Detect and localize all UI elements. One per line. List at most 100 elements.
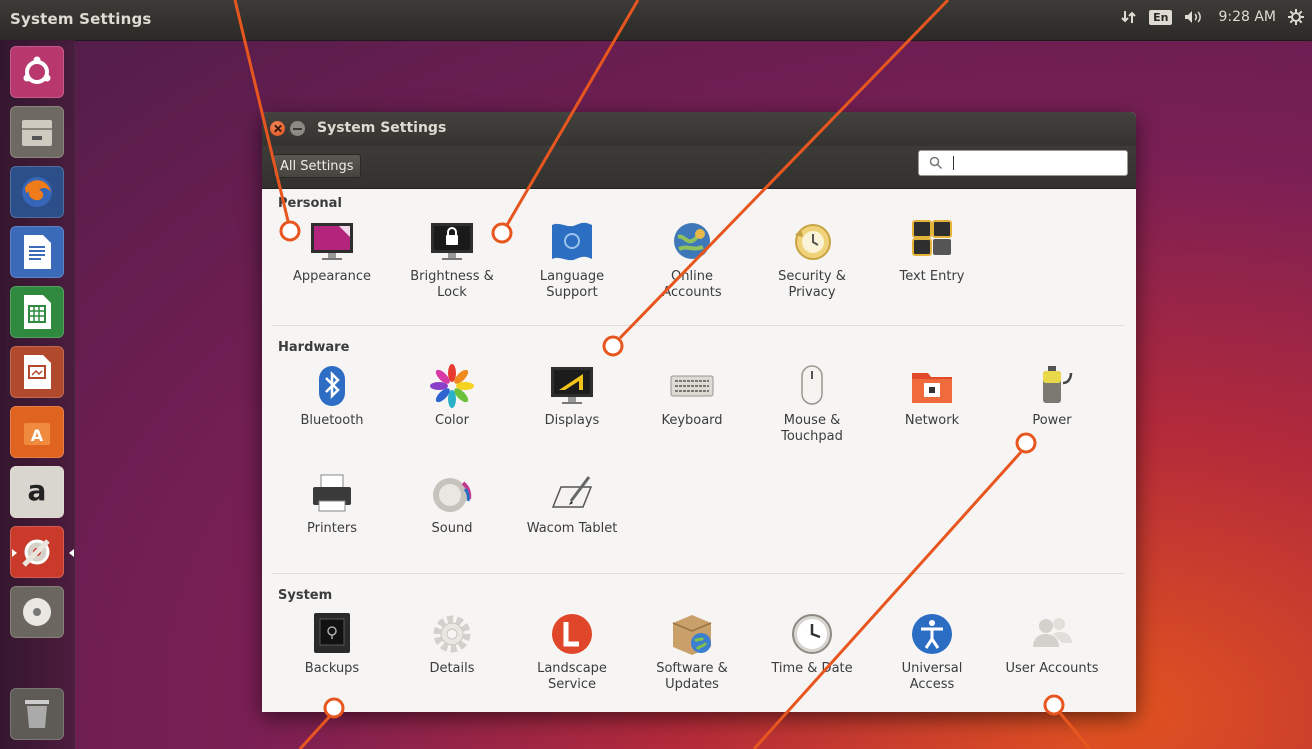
keyboard-icon xyxy=(669,363,715,409)
tile-label: Time & Date xyxy=(771,661,853,676)
appearance-icon xyxy=(309,219,355,265)
volume-icon[interactable] xyxy=(1184,9,1206,25)
security-privacy-icon xyxy=(789,219,835,265)
tile-label: Security & Privacy xyxy=(778,269,846,300)
tile-label: Text Entry xyxy=(899,269,965,284)
text-entry-icon xyxy=(909,219,955,265)
section-divider xyxy=(272,325,1124,326)
ubuntu-software-icon[interactable]: A xyxy=(10,406,64,458)
search-icon xyxy=(929,156,943,170)
tile-label: Sound xyxy=(431,521,473,536)
callout-line-user-accounts xyxy=(1058,712,1092,749)
dvd-icon[interactable] xyxy=(10,586,64,638)
window-titlebar[interactable]: System Settings xyxy=(262,112,1136,146)
tile-keyboard[interactable]: Keyboard xyxy=(632,363,752,429)
tile-time-date[interactable]: Time & Date xyxy=(752,611,872,677)
tile-brightness-lock[interactable]: Brightness & Lock xyxy=(392,219,512,301)
settings-content: Personal Appearance Brightness & Lock La… xyxy=(262,189,1136,712)
section-title-system: System xyxy=(278,588,333,603)
tile-label: Keyboard xyxy=(661,413,723,428)
displays-icon xyxy=(549,363,595,409)
tile-mouse-touchpad[interactable]: Mouse & Touchpad xyxy=(752,363,872,445)
user-accounts-icon xyxy=(1029,611,1075,657)
tile-color[interactable]: Color xyxy=(392,363,512,429)
tile-label: User Accounts xyxy=(1005,661,1099,676)
tile-wacom-tablet[interactable]: Wacom Tablet xyxy=(512,471,632,537)
app-menu-title[interactable]: System Settings xyxy=(10,10,152,28)
tile-label: Mouse & Touchpad xyxy=(781,413,843,444)
tile-backups[interactable]: Backups xyxy=(272,611,392,677)
libreoffice-calc-icon[interactable] xyxy=(10,286,64,338)
color-icon xyxy=(429,363,475,409)
trash-icon[interactable] xyxy=(10,688,64,740)
tile-online-accounts[interactable]: Online Accounts xyxy=(632,219,752,301)
focused-pip xyxy=(69,549,74,557)
network-settings-icon xyxy=(909,363,955,409)
network-icon[interactable] xyxy=(1121,9,1137,25)
firefox-icon[interactable] xyxy=(10,166,64,218)
tile-language-support[interactable]: Language Support xyxy=(512,219,632,301)
amazon-icon[interactable]: a xyxy=(10,466,64,518)
tile-displays[interactable]: Displays xyxy=(512,363,632,429)
tile-label: Bluetooth xyxy=(300,413,364,428)
launcher: A a xyxy=(0,40,75,749)
tile-power[interactable]: Power xyxy=(992,363,1112,429)
keyboard-layout-indicator[interactable]: En xyxy=(1149,9,1173,25)
all-settings-button[interactable]: All Settings xyxy=(273,154,361,178)
tile-landscape-service[interactable]: Landscape Service xyxy=(512,611,632,693)
libreoffice-writer-icon[interactable] xyxy=(10,226,64,278)
section-title-personal: Personal xyxy=(278,196,342,211)
tile-label: Universal Access xyxy=(901,661,963,692)
tile-label: Online Accounts xyxy=(662,269,722,300)
tile-network[interactable]: Network xyxy=(872,363,992,429)
tile-label: Network xyxy=(904,413,960,428)
tile-label: Details xyxy=(429,661,475,676)
minimize-icon[interactable] xyxy=(290,121,305,136)
tile-software-updates[interactable]: Software & Updates xyxy=(632,611,752,693)
tile-bluetooth[interactable]: Bluetooth xyxy=(272,363,392,429)
tile-universal-access[interactable]: Universal Access xyxy=(872,611,992,693)
tile-label: Printers xyxy=(306,521,358,536)
search-field[interactable] xyxy=(918,150,1128,176)
tile-security-privacy[interactable]: Security & Privacy xyxy=(752,219,872,301)
brightness-lock-icon xyxy=(429,219,475,265)
universal-access-icon xyxy=(909,611,955,657)
tile-label: Brightness & Lock xyxy=(410,269,494,300)
tile-label: Color xyxy=(435,413,469,428)
tile-label: Backups xyxy=(304,661,360,676)
window-title: System Settings xyxy=(317,120,447,136)
mouse-touchpad-icon xyxy=(789,363,835,409)
tile-label: Displays xyxy=(544,413,600,428)
libreoffice-impress-icon[interactable] xyxy=(10,346,64,398)
close-icon[interactable] xyxy=(270,121,285,136)
tile-details[interactable]: Details xyxy=(392,611,512,677)
tile-printers[interactable]: Printers xyxy=(272,471,392,537)
section-title-hardware: Hardware xyxy=(278,340,350,355)
backups-icon xyxy=(309,611,355,657)
tile-sound[interactable]: Sound xyxy=(392,471,512,537)
files-icon[interactable] xyxy=(10,106,64,158)
ubuntu-dash-icon[interactable] xyxy=(10,46,64,98)
session-gear-icon[interactable] xyxy=(1288,9,1304,25)
tile-text-entry[interactable]: Text Entry xyxy=(872,219,992,285)
active-pip xyxy=(12,549,17,557)
top-panel: System Settings En 9:28 AM xyxy=(0,0,1312,41)
time-date-icon xyxy=(789,611,835,657)
tile-label: Landscape Service xyxy=(537,661,607,692)
search-input[interactable] xyxy=(951,153,1125,175)
system-settings-icon[interactable] xyxy=(10,526,74,578)
toolbar: All Settings xyxy=(262,146,1136,189)
language-support-icon xyxy=(549,219,595,265)
tile-label: Power xyxy=(1032,413,1072,428)
system-settings-window: System Settings All Settings Personal Ap… xyxy=(262,112,1136,712)
tile-user-accounts[interactable]: User Accounts xyxy=(992,611,1112,677)
details-icon xyxy=(429,611,475,657)
svg-text:A: A xyxy=(31,426,44,445)
section-divider xyxy=(272,573,1124,574)
tile-label: Wacom Tablet xyxy=(526,521,618,536)
printers-icon xyxy=(309,471,355,517)
tile-appearance[interactable]: Appearance xyxy=(272,219,392,285)
wacom-tablet-icon xyxy=(549,471,595,517)
landscape-service-icon xyxy=(549,611,595,657)
clock[interactable]: 9:28 AM xyxy=(1218,9,1276,25)
